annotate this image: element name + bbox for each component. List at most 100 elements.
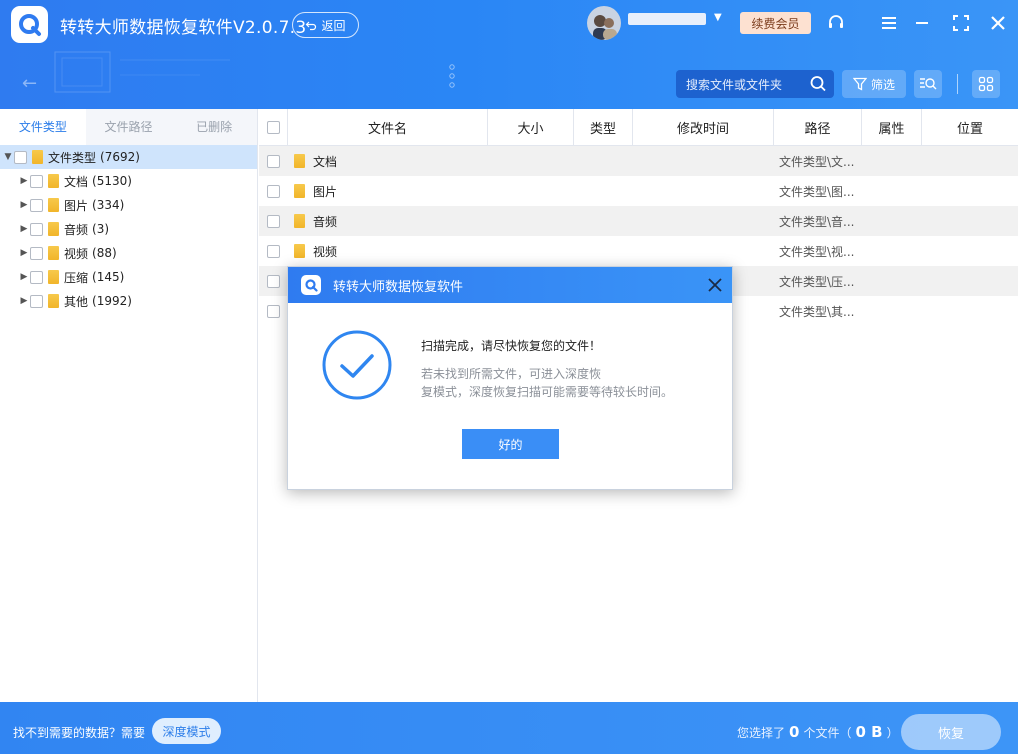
table-row[interactable]: 音频 文件类型\音... — [259, 206, 1018, 236]
row-path: 文件类型\其... — [779, 304, 855, 319]
row-path: 文件类型\文... — [779, 154, 855, 169]
tree-checkbox[interactable] — [30, 174, 43, 188]
minimize-icon[interactable] — [910, 11, 934, 35]
tree-item-count: (145) — [92, 270, 125, 284]
ok-button[interactable]: 好的 — [462, 429, 559, 459]
search-icon[interactable] — [804, 70, 834, 98]
close-icon[interactable] — [986, 11, 1010, 35]
folder-icon — [48, 246, 59, 260]
collapse-icon[interactable]: ▼ — [2, 152, 14, 162]
row-checkbox[interactable] — [267, 274, 280, 288]
tree-item-label: 文档 — [64, 174, 89, 189]
tree-checkbox[interactable] — [30, 294, 43, 308]
selected-count: 0 — [789, 723, 800, 741]
expand-icon[interactable]: ▶ — [18, 272, 30, 282]
expand-icon[interactable]: ▶ — [18, 248, 30, 258]
grid-view-button[interactable] — [972, 70, 1000, 98]
renew-vip-button[interactable]: 续费会员 — [740, 12, 811, 34]
app-title: 转转大师数据恢复软件V2.0.7.3 — [60, 18, 307, 38]
expand-icon[interactable]: ▶ — [18, 200, 30, 210]
tab-file-type[interactable]: 文件类型 — [0, 109, 86, 145]
status-bar: 找不到需要的数据？需要 深度模式 您选择了 0 个文件（ 0 B ） 恢复 — [0, 702, 1018, 754]
expand-icon[interactable]: ▶ — [18, 224, 30, 234]
dialog-message: 扫描完成，请尽快恢复您的文件！ — [421, 339, 602, 353]
row-checkbox[interactable] — [267, 184, 280, 198]
row-checkbox[interactable] — [267, 214, 280, 228]
select-all-checkbox[interactable] — [266, 120, 280, 134]
left-panel: 文件类型 文件路径 已删除 ▼ 文件类型 (7692) ▶ 文档 (5130) … — [0, 109, 258, 702]
scan-complete-dialog: 转转大师数据恢复软件 扫描完成，请尽快恢复您的文件！ 若未找到所需文件，可进入深… — [287, 266, 733, 490]
selected-suffix: ） — [886, 726, 899, 740]
tree-checkbox[interactable] — [30, 270, 43, 284]
tree-item-count: (5130) — [92, 174, 132, 188]
col-modified[interactable]: 修改时间 — [633, 109, 774, 145]
dialog-subtext-line1: 若未找到所需文件，可进入深度恢 — [421, 367, 602, 381]
table-row[interactable]: 图片 文件类型\图... — [259, 176, 1018, 206]
headset-icon[interactable] — [824, 11, 848, 35]
tree-checkbox[interactable] — [14, 150, 27, 164]
filter-icon — [852, 77, 867, 91]
col-location[interactable]: 位置 — [922, 109, 1018, 145]
folder-icon — [294, 214, 305, 228]
tree-item-count: (1992) — [92, 294, 132, 308]
close-icon[interactable] — [703, 273, 727, 297]
tree-item-count: (3) — [92, 222, 110, 236]
toolbar-divider — [957, 74, 958, 94]
expand-icon[interactable]: ▶ — [18, 296, 30, 306]
tree-item-count: (334) — [92, 198, 125, 212]
row-checkbox[interactable] — [267, 154, 280, 168]
tree-item-archive[interactable]: ▶ 压缩 (145) — [0, 265, 257, 289]
tree-item-other[interactable]: ▶ 其他 (1992) — [0, 289, 257, 313]
folder-icon — [48, 222, 59, 236]
tree-root-row[interactable]: ▼ 文件类型 (7692) — [0, 145, 257, 169]
filter-button[interactable]: 筛选 — [842, 70, 906, 98]
col-name[interactable]: 文件名 — [288, 109, 488, 145]
table-row[interactable]: 视频 文件类型\视... — [259, 236, 1018, 266]
recover-button[interactable]: 恢复 — [901, 714, 1001, 750]
col-type[interactable]: 类型 — [574, 109, 633, 145]
table-row[interactable]: 文档 文件类型\文... — [259, 146, 1018, 176]
search-placeholder: 搜索文件或文件夹 — [686, 77, 783, 92]
fullscreen-icon[interactable] — [949, 11, 973, 35]
folder-icon — [294, 244, 305, 258]
tree-root-label: 文件类型 — [48, 150, 97, 165]
col-path[interactable]: 路径 — [774, 109, 862, 145]
row-checkbox[interactable] — [267, 244, 280, 258]
back-button[interactable]: 返回 — [292, 12, 359, 38]
selected-size: 0 B — [855, 723, 883, 741]
row-name: 图片 — [313, 184, 338, 199]
check-circle-icon — [321, 329, 393, 404]
deep-mode-button[interactable]: 深度模式 — [152, 718, 221, 744]
tree-checkbox[interactable] — [30, 198, 43, 212]
table-header: 文件名 大小 类型 修改时间 路径 属性 位置 — [259, 109, 1018, 146]
tree-item-images[interactable]: ▶ 图片 (334) — [0, 193, 257, 217]
back-icon — [306, 21, 317, 31]
expand-icon[interactable]: ▶ — [18, 176, 30, 186]
tab-file-path[interactable]: 文件路径 — [86, 109, 172, 145]
preview-button[interactable] — [914, 70, 942, 98]
col-size[interactable]: 大小 — [488, 109, 574, 145]
tree-item-video[interactable]: ▶ 视频 (88) — [0, 241, 257, 265]
tree-checkbox[interactable] — [30, 222, 43, 236]
row-path: 文件类型\图... — [779, 184, 855, 199]
avatar[interactable] — [587, 6, 621, 40]
row-name: 音频 — [313, 214, 338, 229]
menu-icon[interactable] — [877, 11, 901, 35]
chevron-down-icon[interactable]: ▼ — [714, 12, 722, 23]
arrow-left-icon: ← — [22, 73, 38, 94]
tab-deleted[interactable]: 已删除 — [171, 109, 257, 145]
tree-checkbox[interactable] — [30, 246, 43, 260]
tree-item-label: 压缩 — [64, 270, 89, 285]
tree-item-audio[interactable]: ▶ 音频 (3) — [0, 217, 257, 241]
tree-item-label: 其他 — [64, 294, 89, 309]
row-checkbox[interactable] — [267, 304, 280, 318]
tree-item-label: 音频 — [64, 222, 89, 237]
username-redacted[interactable] — [628, 13, 706, 25]
tree-root-count: (7692) — [100, 150, 140, 164]
tree-item-documents[interactable]: ▶ 文档 (5130) — [0, 169, 257, 193]
row-name: 文档 — [313, 154, 338, 169]
col-attr[interactable]: 属性 — [862, 109, 922, 145]
search-input[interactable]: 搜索文件或文件夹 — [676, 70, 834, 98]
row-path: 文件类型\视... — [779, 244, 855, 259]
app-logo-icon — [11, 6, 48, 43]
